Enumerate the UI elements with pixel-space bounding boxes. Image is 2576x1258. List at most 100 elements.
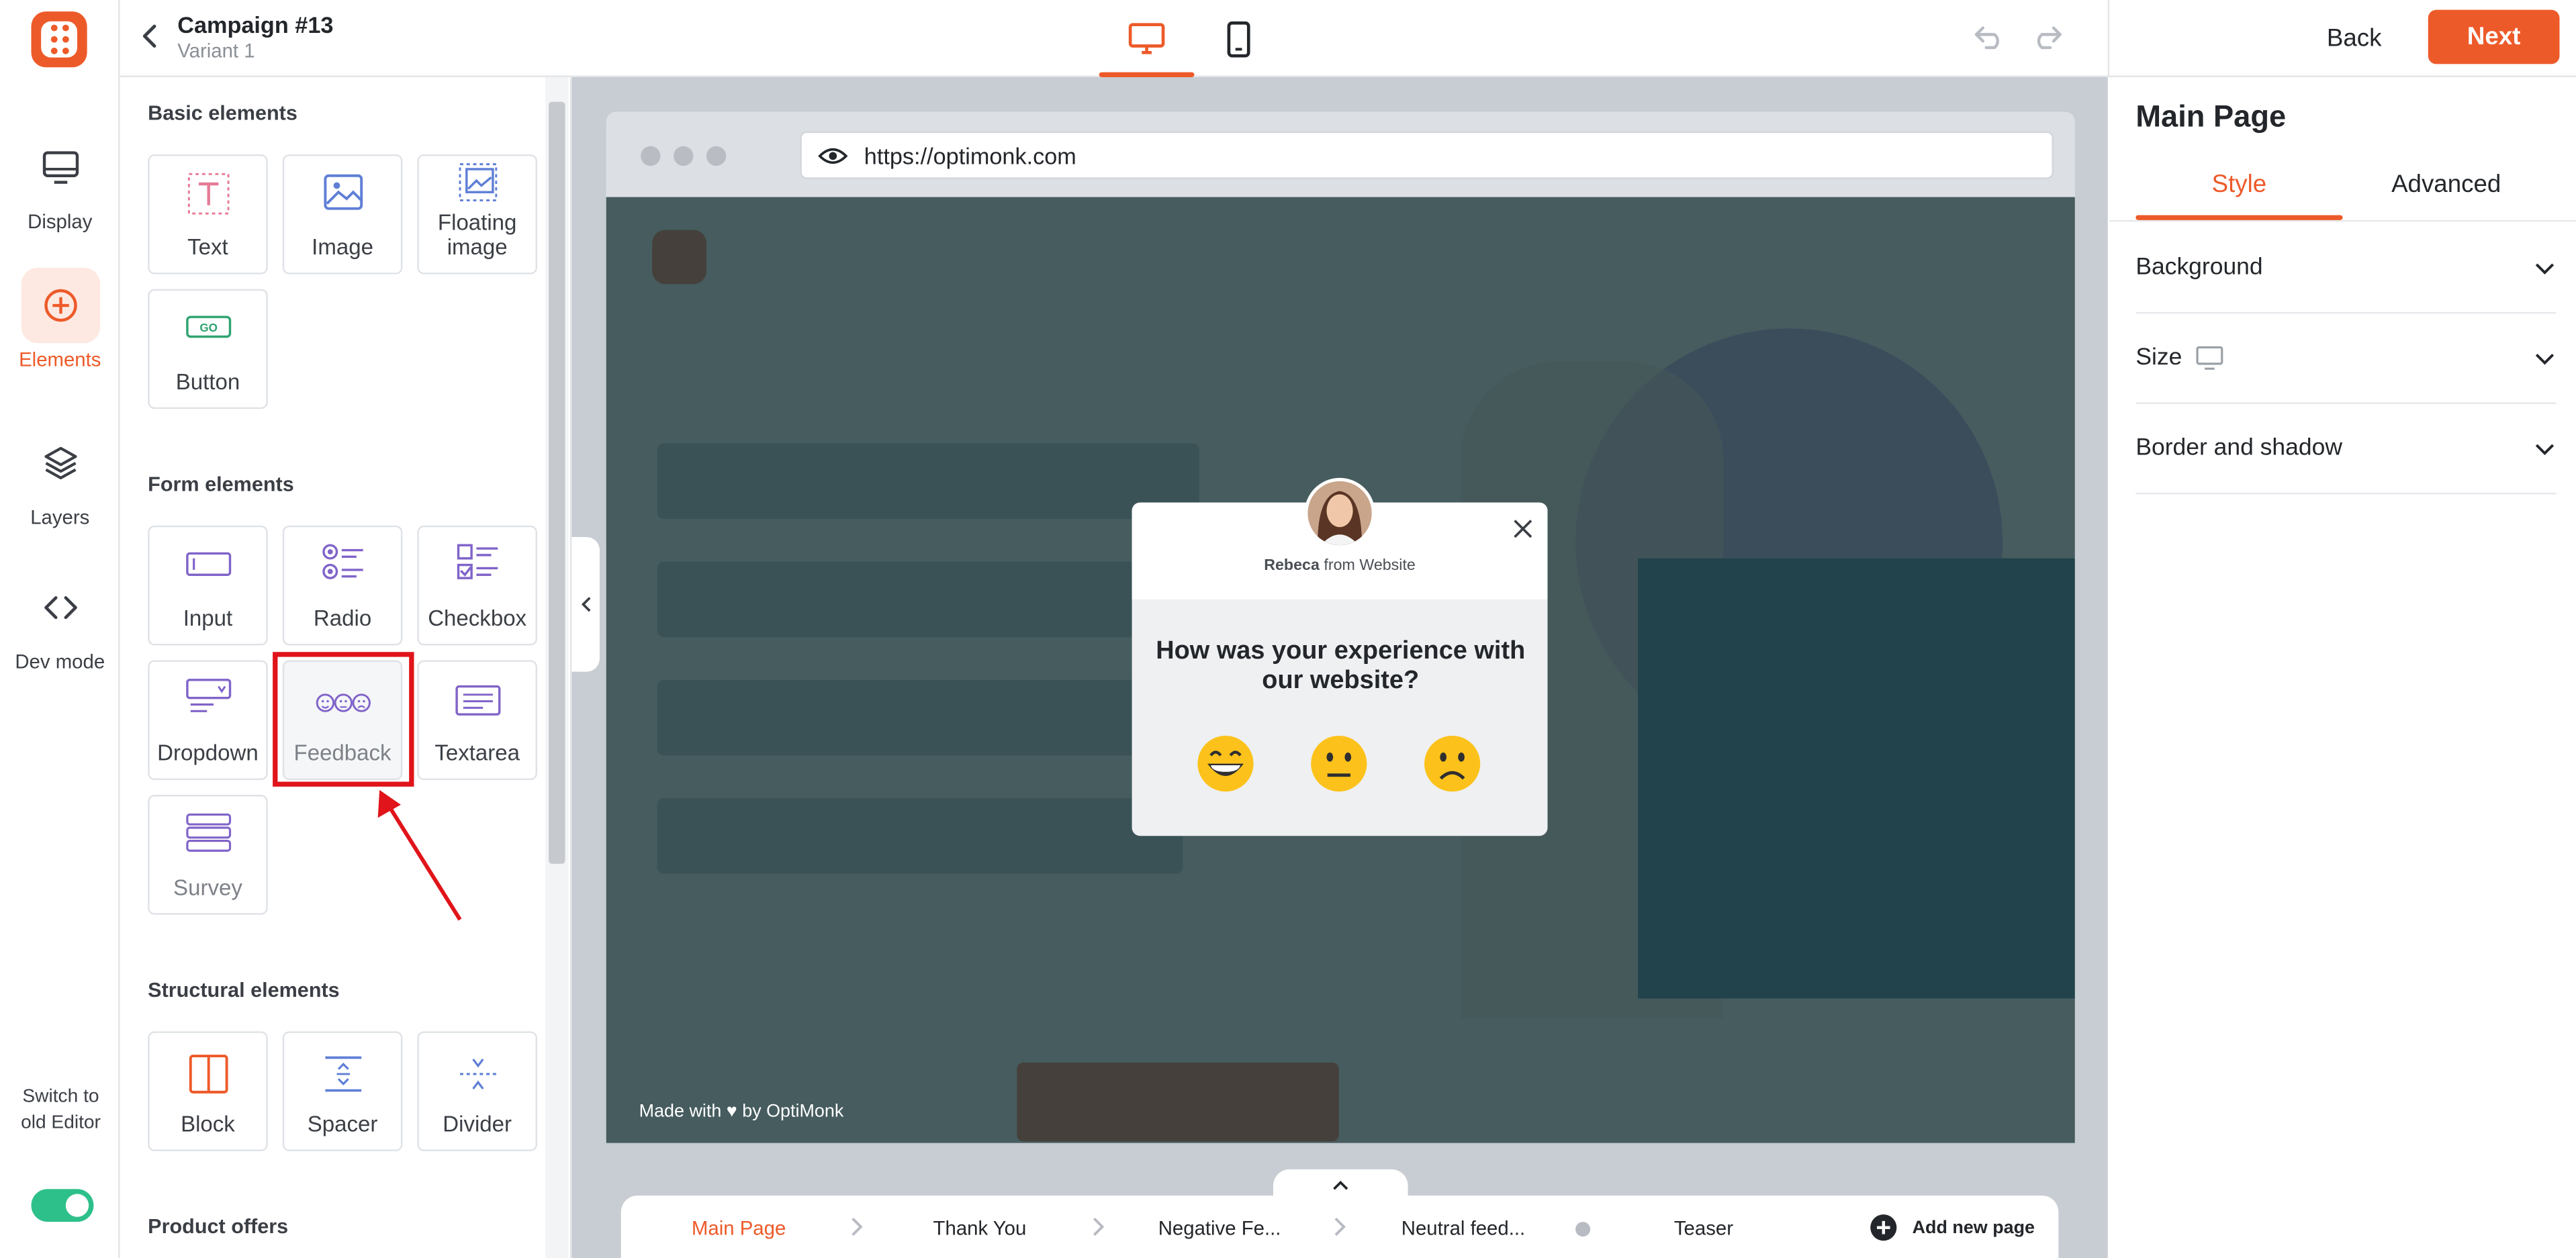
redo-icon[interactable] — [2027, 16, 2067, 56]
element-radio[interactable]: Radio — [282, 525, 403, 646]
tile-label: Radio — [313, 606, 372, 631]
panel-scroll-thumb[interactable] — [549, 101, 565, 864]
switch-editor-label: Switch to old Editor — [21, 1087, 101, 1134]
structural-elements-title: Structural elements — [148, 979, 340, 1002]
element-survey[interactable]: Survey — [148, 795, 268, 915]
browser-dot — [674, 146, 694, 166]
element-checkbox[interactable]: Checkbox — [417, 525, 537, 646]
tabs-divider — [2109, 220, 2576, 222]
chevron-down-icon — [2535, 444, 2555, 455]
element-image[interactable]: Image — [282, 154, 403, 275]
section-background[interactable]: Background — [2135, 224, 2557, 314]
rail-item-elements[interactable]: Elements — [0, 260, 120, 378]
neutral-emoji-icon[interactable] — [1307, 732, 1370, 795]
sender-suffix: from Website — [1324, 557, 1416, 575]
element-text[interactable]: Text — [148, 154, 268, 275]
floating-image-icon — [458, 163, 497, 201]
campaign-title[interactable]: Campaign #13 — [177, 11, 333, 38]
eye-icon — [818, 148, 848, 164]
collapse-panel-button[interactable] — [571, 536, 600, 672]
element-textarea[interactable]: Textarea — [417, 660, 537, 781]
button-element-icon: GO — [185, 316, 230, 338]
close-icon[interactable] — [1508, 514, 1538, 544]
optimonk-logo[interactable] — [31, 11, 87, 68]
tile-label: Spacer — [307, 1112, 378, 1136]
popup-question: How was your experience with our website… — [1156, 637, 1526, 695]
next-button[interactable]: Next — [2428, 9, 2560, 64]
rail-item-layers[interactable]: Layers — [0, 417, 120, 535]
back-button[interactable]: Back — [2307, 11, 2402, 64]
element-block[interactable]: Block — [148, 1031, 268, 1151]
person-avatar-icon — [1307, 481, 1372, 546]
tile-label: Input — [183, 606, 233, 631]
page-tab-thank-you[interactable]: Thank You — [933, 1217, 1027, 1240]
old-editor-toggle[interactable] — [31, 1189, 94, 1222]
element-dropdown[interactable]: Dropdown — [148, 660, 268, 781]
desktop-icon — [2197, 346, 2223, 370]
page-tab-main[interactable]: Main Page — [692, 1217, 786, 1240]
divider-element-icon — [459, 1058, 496, 1090]
mobile-view-button[interactable] — [1191, 0, 1287, 77]
section-size[interactable]: Size — [2135, 313, 2557, 404]
tile-label: Textarea — [434, 740, 520, 766]
chevron-left-icon[interactable] — [136, 18, 163, 54]
tile-label: Image — [312, 234, 373, 260]
basic-elements-title: Basic elements — [148, 101, 297, 125]
rail-label: Layers — [30, 505, 90, 528]
tile-label: Survey — [173, 875, 242, 900]
sad-emoji-icon[interactable] — [1421, 732, 1483, 795]
top-divider — [2107, 0, 2110, 77]
tile-label: Block — [181, 1112, 235, 1136]
page-separator-dot — [1575, 1222, 1591, 1237]
page-tab-neutral[interactable]: Neutral feed... — [1401, 1217, 1525, 1240]
section-border-shadow[interactable]: Border and shadow — [2135, 404, 2557, 495]
element-divider[interactable]: Divider — [417, 1031, 537, 1151]
very-happy-emoji-icon[interactable] — [1195, 732, 1257, 795]
rail-label: Display — [28, 209, 93, 233]
sender-name: Rebeca — [1264, 557, 1320, 575]
sender-line: Rebeca from Website — [1132, 557, 1548, 575]
preview-url: https://optimonk.com — [864, 142, 1076, 168]
survey-element-icon — [185, 813, 230, 852]
tab-style[interactable]: Style — [2135, 171, 2342, 199]
mobile-icon — [1227, 20, 1250, 57]
top-bar — [120, 0, 2576, 77]
tile-label: Dropdown — [157, 740, 259, 766]
rail-label: Elements — [19, 347, 101, 371]
plus-circle-icon — [1870, 1214, 1897, 1241]
input-element-icon — [185, 552, 230, 576]
tile-label: Checkbox — [428, 606, 527, 631]
tile-label: Button — [175, 369, 240, 395]
spacer-element-icon — [324, 1056, 361, 1092]
element-button[interactable]: GO Button — [148, 289, 268, 409]
browser-dot — [641, 146, 661, 166]
page-tab-teaser[interactable]: Teaser — [1674, 1217, 1733, 1240]
chevron-down-icon — [2535, 354, 2555, 365]
section-label: Border and shadow — [2135, 435, 2342, 462]
tile-label: Divider — [443, 1112, 512, 1136]
image-element-icon — [323, 174, 362, 210]
element-spacer[interactable]: Spacer — [282, 1031, 403, 1151]
chevron-left-icon — [580, 597, 590, 612]
rail-item-dev-mode[interactable]: Dev mode — [0, 562, 120, 680]
desktop-view-button[interactable] — [1099, 0, 1195, 77]
rail-item-display[interactable]: Display — [0, 122, 120, 240]
page-tab-negative[interactable]: Negative Fe... — [1158, 1217, 1281, 1240]
add-new-page-button[interactable]: Add new page — [1870, 1214, 2035, 1242]
undo-icon[interactable] — [1970, 16, 2009, 56]
chevron-right-icon — [1334, 1217, 1346, 1237]
chevron-up-icon — [1333, 1180, 1348, 1190]
tile-label: Floating image — [437, 210, 517, 260]
dropdown-element-icon — [185, 679, 230, 712]
browser-dot — [706, 146, 727, 166]
element-floating-image[interactable]: Floating image — [417, 154, 537, 275]
variant-name: Variant 1 — [177, 39, 255, 62]
preview-url-bar: https://optimonk.com — [800, 131, 2054, 179]
plus-circle-icon — [20, 267, 100, 343]
section-label: Background — [2135, 254, 2263, 281]
tab-advanced[interactable]: Advanced — [2343, 171, 2550, 199]
product-offers-title: Product offers — [148, 1215, 289, 1239]
chevron-down-icon — [2535, 263, 2555, 275]
text-element-icon — [187, 173, 229, 215]
element-input[interactable]: Input — [148, 525, 268, 646]
